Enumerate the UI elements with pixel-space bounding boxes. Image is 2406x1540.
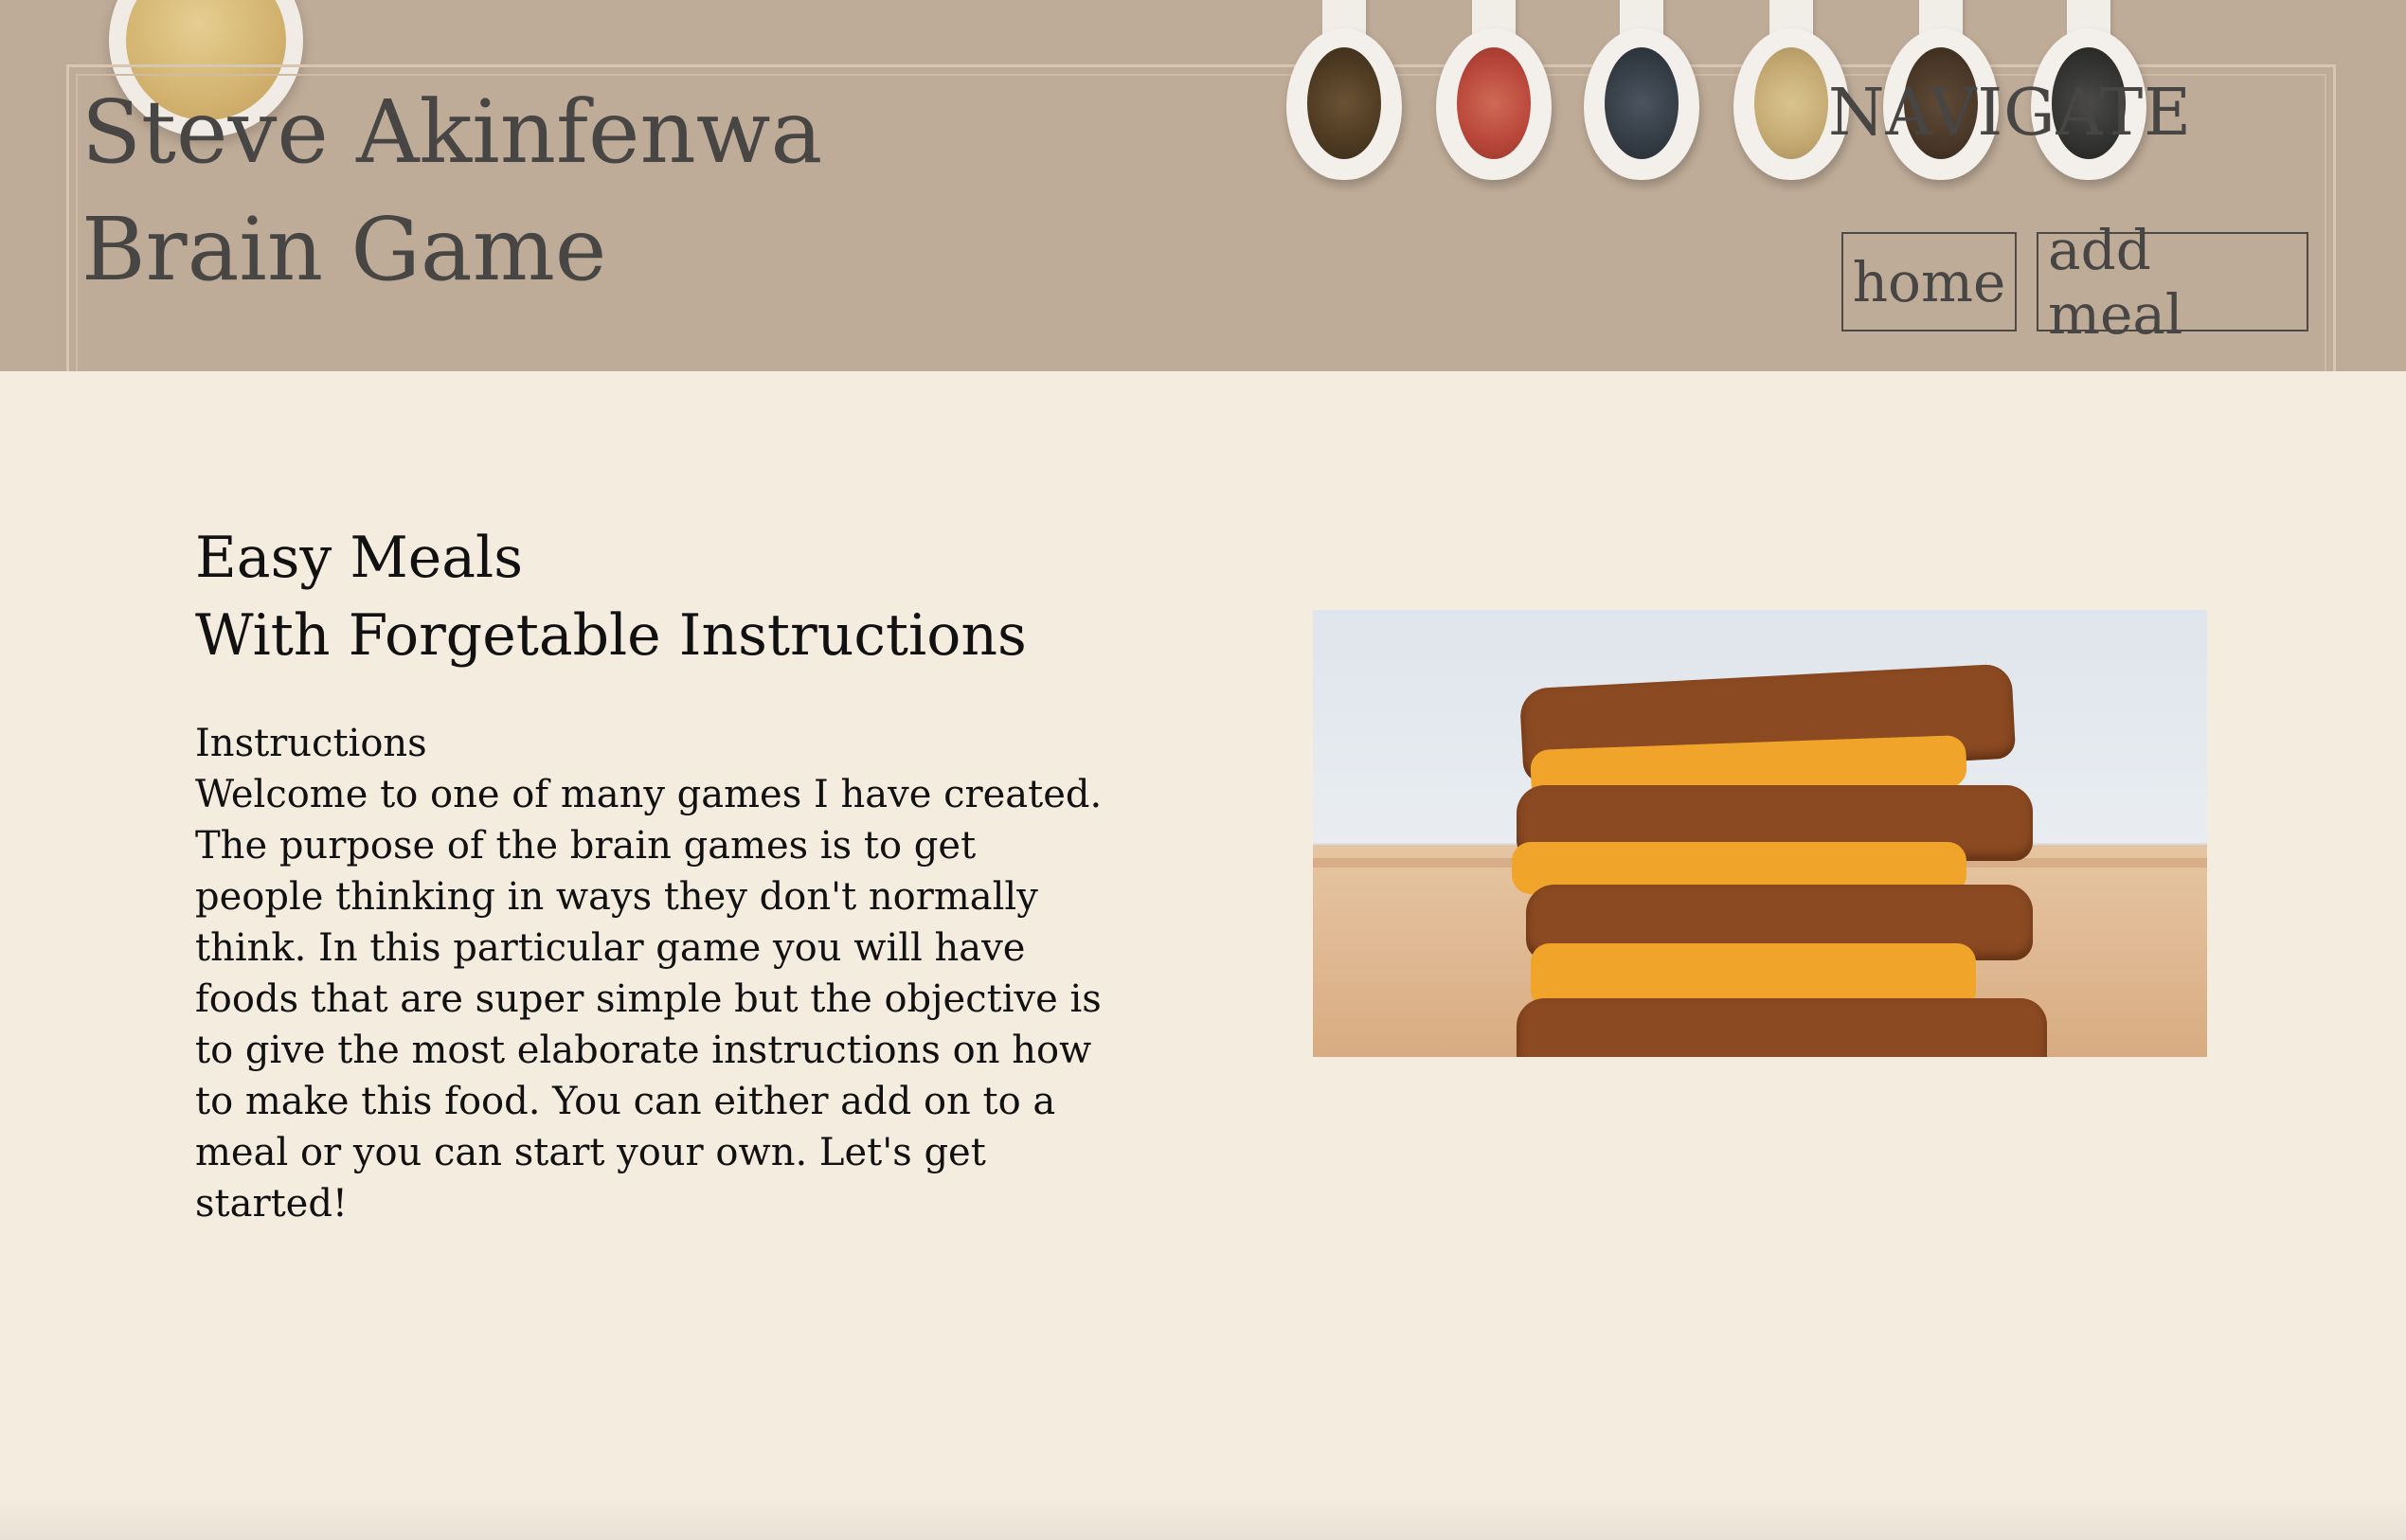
page-title-line2: With Forgetable Instructions xyxy=(195,602,1027,669)
spoon-juniper xyxy=(1584,0,1699,213)
page-title: Easy Meals With Forgetable Instructions xyxy=(195,519,1027,674)
site-header: Steve Akinfenwa Brain Game NAVIGATE home… xyxy=(0,0,2406,371)
site-title-line1: Steve Akinfenwa xyxy=(81,81,823,183)
nav-home-button[interactable]: home xyxy=(1841,232,2017,331)
grilled-cheese-image xyxy=(1313,610,2207,1057)
bread-slice-bottom xyxy=(1517,998,2047,1057)
site-title-line2: Brain Game xyxy=(81,199,607,300)
spoon-saffron xyxy=(1436,0,1552,213)
page-title-line1: Easy Meals xyxy=(195,525,524,591)
instructions-heading: Instructions xyxy=(195,722,427,765)
nav-add-meal-button[interactable]: add meal xyxy=(2037,218,2308,347)
nav-heading: NAVIGATE xyxy=(1828,76,2192,151)
main-content: Easy Meals With Forgetable Instructions … xyxy=(0,371,2406,1540)
site-title: Steve Akinfenwa Brain Game xyxy=(81,74,822,309)
spoon-peppercorn xyxy=(1286,0,1402,213)
instructions-text: Welcome to one of many games I have crea… xyxy=(195,773,1103,1226)
